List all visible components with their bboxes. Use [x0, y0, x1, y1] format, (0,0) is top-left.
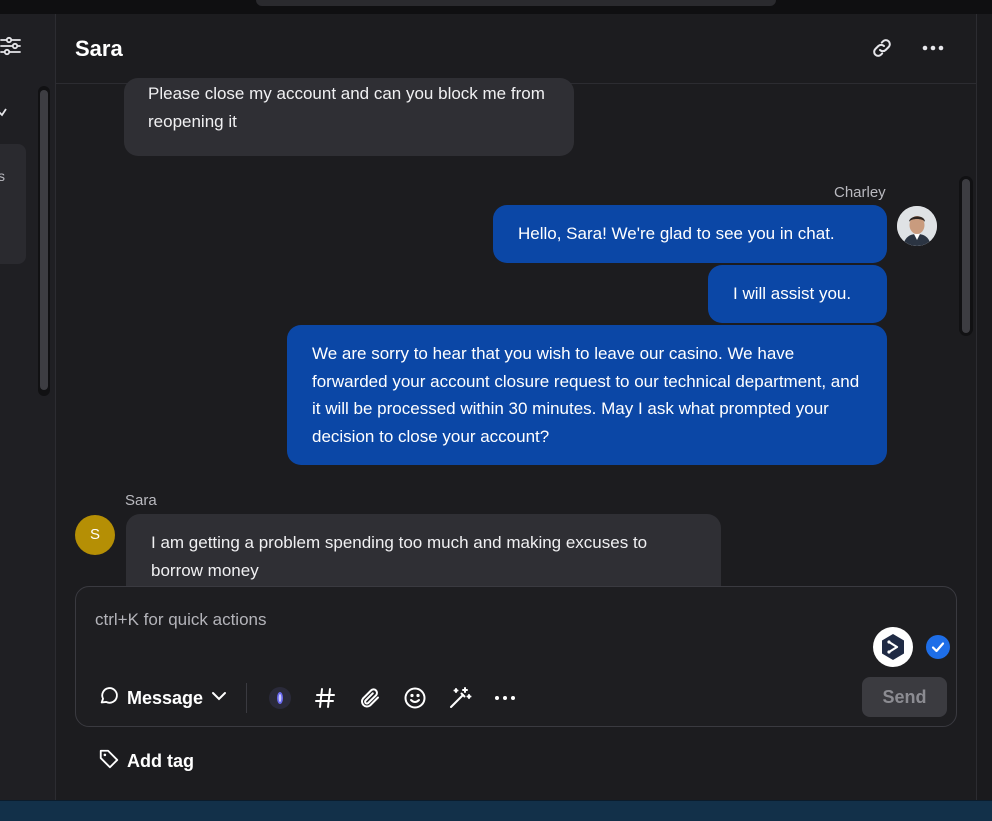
add-tag-label: Add tag: [127, 751, 194, 771]
link-icon[interactable]: [870, 36, 894, 60]
tag-icon: [98, 748, 120, 775]
agent-name: Charley: [834, 184, 886, 201]
conversation-header: Sara: [56, 14, 976, 84]
composer-input[interactable]: ctrl+K for quick actions: [95, 610, 267, 630]
chat-bubble-icon: [98, 685, 120, 712]
agent-avatar: [897, 206, 937, 246]
check-badge-icon[interactable]: [926, 635, 950, 659]
message-bubble-outgoing: I will assist you.: [708, 265, 887, 323]
add-tag-button[interactable]: Add tag: [98, 748, 194, 775]
message-bubble-outgoing: We are sorry to hear that you wish to le…: [287, 325, 887, 465]
message-mode-dropdown[interactable]: Message: [98, 685, 228, 711]
message-text: We are sorry to hear that you wish to le…: [312, 344, 860, 446]
window-notch: [256, 0, 776, 6]
sidebar-scrollbar[interactable]: [38, 86, 50, 396]
os-taskbar: [0, 800, 992, 821]
send-button[interactable]: Send: [862, 677, 947, 717]
sliders-icon[interactable]: [0, 34, 24, 58]
toolbar-divider: [246, 683, 247, 713]
paperclip-icon[interactable]: [358, 686, 382, 710]
window-top-bar: [0, 0, 992, 14]
customer-name: Sara: [125, 492, 157, 509]
ai-agent-icon[interactable]: [873, 627, 913, 667]
sidebar-scrollbar-thumb[interactable]: [40, 90, 48, 390]
customer-avatar: S: [75, 515, 115, 555]
message-text: I am getting a problem spending too much…: [151, 533, 648, 580]
message-bubble-incoming: Please close my account and can you bloc…: [124, 78, 574, 156]
chevron-down-icon[interactable]: [0, 106, 10, 118]
chevron-down-icon: [210, 687, 228, 710]
more-horizontal-icon[interactable]: [920, 36, 946, 60]
magic-wand-icon[interactable]: [448, 686, 472, 710]
left-sidebar: s: [0, 14, 56, 800]
message-bubble-outgoing: Hello, Sara! We're glad to see you in ch…: [493, 205, 887, 263]
emoji-icon[interactable]: [403, 686, 427, 710]
more-horizontal-icon[interactable]: [493, 686, 517, 710]
conversation-list-item[interactable]: s: [0, 144, 26, 264]
message-text: Hello, Sara! We're glad to see you in ch…: [518, 224, 835, 243]
page-title: Sara: [75, 36, 123, 61]
message-bubble-incoming: I am getting a problem spending too much…: [126, 514, 721, 586]
message-text: I will assist you.: [733, 284, 852, 303]
ai-assist-icon[interactable]: [268, 686, 292, 710]
right-panel-edge: [976, 14, 992, 800]
messages-scrollbar-thumb[interactable]: [962, 179, 970, 333]
message-composer[interactable]: ctrl+K for quick actions Message Send: [75, 586, 957, 727]
hashtag-icon[interactable]: [313, 686, 337, 710]
message-mode-label: Message: [127, 687, 204, 708]
message-text: Please close my account and can you bloc…: [148, 84, 545, 131]
conversation-list-item-text: s: [0, 168, 5, 184]
messages-scrollbar[interactable]: [959, 176, 973, 336]
